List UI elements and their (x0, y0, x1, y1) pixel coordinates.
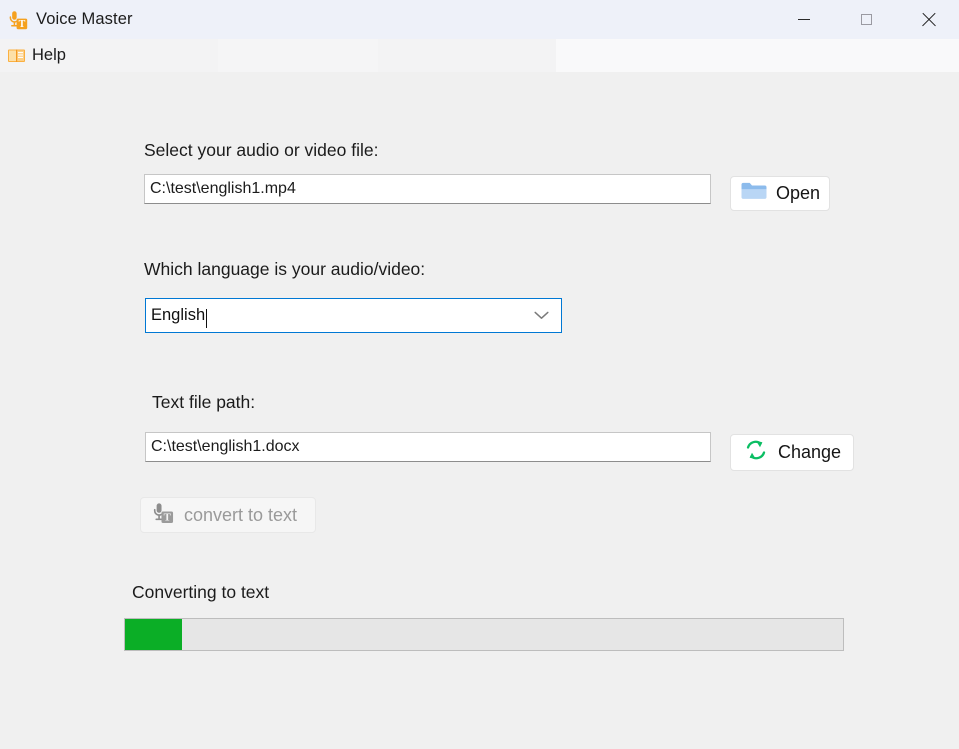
close-button[interactable] (897, 0, 959, 39)
language-combobox-value: English (146, 306, 205, 325)
microphone-text-icon: T (151, 501, 175, 530)
window-controls (773, 0, 959, 39)
change-button-label: Change (778, 442, 841, 463)
chevron-down-icon[interactable] (534, 307, 549, 325)
menu-band-3 (378, 39, 556, 72)
maximize-icon (861, 14, 872, 25)
language-label: Which language is your audio/video: (144, 259, 425, 280)
svg-text:T: T (164, 511, 172, 523)
textpath-label: Text file path: (152, 392, 255, 413)
text-cursor (206, 309, 207, 328)
title-bar: T Voice Master (0, 0, 959, 39)
convert-to-text-label: convert to text (184, 505, 297, 526)
svg-text:T: T (19, 19, 26, 30)
progress-bar (124, 618, 844, 651)
maximize-button[interactable] (835, 0, 897, 39)
folder-icon (740, 180, 767, 207)
menu-band-2 (218, 39, 378, 72)
minimize-icon (798, 19, 810, 20)
menu-item-label: Help (32, 46, 66, 65)
menu-band-4 (556, 39, 959, 72)
change-button[interactable]: Change (730, 434, 854, 471)
main-content: Select your audio or video file: Open Wh… (0, 72, 959, 749)
menu-bar: Help (0, 39, 959, 72)
book-icon (7, 46, 26, 65)
menu-item-help[interactable]: Help (2, 39, 74, 72)
open-button[interactable]: Open (730, 176, 830, 211)
language-combobox[interactable]: English (145, 298, 562, 333)
convert-to-text-button[interactable]: T convert to text (140, 497, 316, 533)
progress-bar-fill (125, 619, 182, 650)
progress-label: Converting to text (132, 582, 269, 603)
open-button-label: Open (776, 183, 820, 204)
refresh-arrows-icon (743, 438, 769, 467)
minimize-button[interactable] (773, 0, 835, 39)
textpath-input[interactable] (145, 432, 711, 462)
close-icon (921, 12, 936, 27)
file-path-input[interactable] (144, 174, 711, 204)
microphone-text-icon: T (7, 9, 29, 31)
window-title: Voice Master (36, 10, 133, 29)
file-select-label: Select your audio or video file: (144, 140, 378, 161)
